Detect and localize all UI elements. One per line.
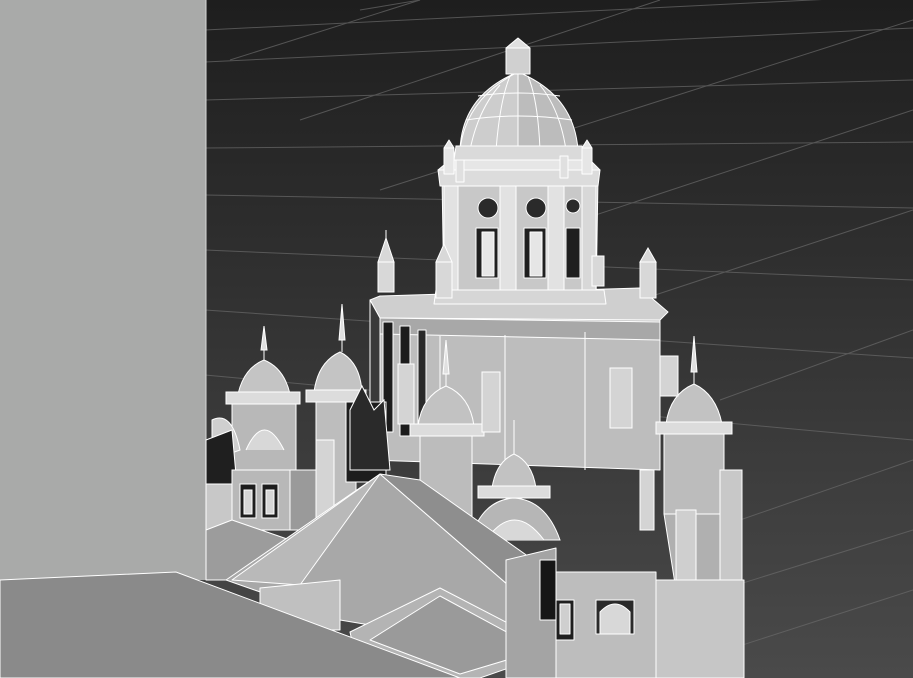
3d-viewport[interactable] [0,0,913,678]
scene-render [0,0,913,678]
foreground-wall [0,0,206,580]
